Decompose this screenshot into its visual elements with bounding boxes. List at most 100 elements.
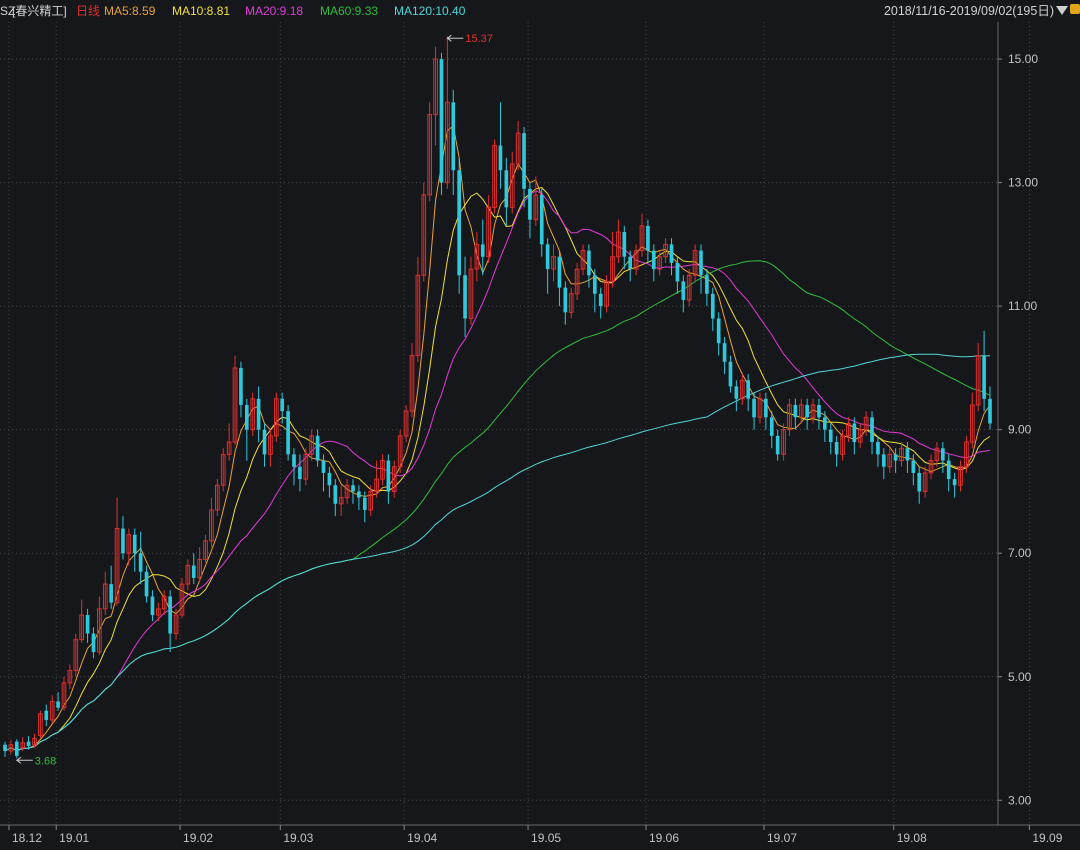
candle-body-down: [138, 553, 143, 572]
candle-body-down: [256, 398, 261, 430]
candle-body-down: [3, 744, 7, 751]
y-tick-label: 13.00: [1008, 176, 1038, 190]
y-tick-label: 11.00: [1008, 299, 1037, 313]
candle-body-down: [823, 417, 827, 430]
candle-body-down: [386, 460, 391, 492]
candle-body-down: [675, 262, 680, 282]
candle-body-down: [805, 404, 809, 418]
candle-body-down: [132, 534, 137, 554]
ma5-label: MA5:8.59: [104, 4, 156, 18]
ma20-label: MA20:9.18: [245, 4, 304, 18]
triangle-down-icon[interactable]: [1056, 6, 1068, 15]
chart-grid: [0, 22, 1030, 825]
y-tick-label: 5.00: [1008, 670, 1032, 684]
low-price-label: 3.68: [35, 755, 56, 767]
ma120-line: [4, 353, 991, 752]
period-label[interactable]: 日线: [76, 0, 100, 22]
candle-body-down: [870, 417, 874, 443]
candle-body-down: [463, 275, 467, 319]
candle-body-down: [121, 528, 125, 554]
x-tick-label: 19.04: [407, 831, 437, 845]
candle-body-down: [144, 571, 149, 597]
candle-body-down: [705, 275, 709, 294]
candle-body-down: [764, 398, 768, 418]
candle-body-down: [681, 281, 686, 300]
candle-body-down: [239, 367, 243, 405]
x-tick-label: 19.01: [59, 831, 89, 845]
candle-body-down: [327, 472, 332, 486]
candle-body-down: [952, 479, 957, 486]
candle-body-down: [905, 448, 910, 461]
candle-body-down: [498, 145, 503, 171]
candle-body-down: [817, 404, 821, 418]
candle-body-down: [333, 485, 338, 504]
candle-body-down: [362, 497, 367, 510]
x-tick-label: 19.08: [897, 831, 927, 845]
candle-body-down: [982, 355, 986, 399]
candle-body-down: [651, 250, 656, 270]
candle-body-down: [882, 454, 886, 467]
candle-body-down: [728, 361, 733, 387]
arrow-left-icon: [15, 756, 33, 764]
candle-body-down: [26, 741, 31, 746]
candle-body-down: [598, 293, 603, 307]
candle-body-down: [746, 380, 751, 399]
y-tick-label: 9.00: [1008, 423, 1032, 437]
candle-body-down: [940, 448, 945, 461]
candlestick-chart[interactable]: 15.00 13.00 11.00 9.00 7.00 5.00 3.00 18.12 19.…: [0, 0, 1080, 850]
lock-icon[interactable]: [1070, 4, 1080, 14]
ma60-label: MA60:9.33: [320, 4, 379, 18]
candle-body-down: [716, 318, 721, 344]
candle-series: [3, 36, 992, 759]
candle-body-down: [988, 398, 992, 424]
x-tick-label: 19.02: [183, 831, 213, 845]
x-tick-label: 19.03: [283, 831, 313, 845]
candle-body-down: [628, 256, 633, 270]
candle-body-down: [539, 194, 544, 245]
candle-body-down: [85, 614, 90, 634]
candle-body-down: [44, 710, 49, 720]
candle-body-down: [917, 472, 922, 492]
candle-body-down: [710, 293, 715, 319]
ma120-label: MA120:10.40: [394, 4, 466, 18]
candle-body-down: [545, 244, 550, 270]
candle-body-down: [669, 244, 674, 263]
x-tick-label: 19.09: [1032, 831, 1062, 845]
candle-body-down: [14, 741, 19, 756]
candle-body-down: [280, 398, 285, 412]
candle-body-down: [451, 102, 456, 171]
candle-body-down: [557, 256, 562, 288]
y-tick-label: 7.00: [1008, 546, 1032, 560]
candle-body-down: [834, 442, 839, 455]
candle-body-down: [852, 423, 857, 443]
candle-body-down: [351, 485, 355, 492]
candle-body-down: [357, 491, 361, 498]
candle-body-down: [528, 188, 532, 220]
candle-body-down: [168, 596, 172, 634]
candle-body-down: [504, 170, 509, 208]
candle-body-down: [592, 275, 597, 294]
candle-body-down: [769, 417, 774, 436]
candle-body-down: [109, 584, 113, 603]
candle-body-down: [876, 442, 880, 455]
candle-body-down: [286, 411, 290, 455]
candle-body-down: [563, 287, 568, 313]
x-tick-label: 19.06: [649, 831, 679, 845]
candle-body-down: [150, 596, 155, 615]
candle-body-down: [734, 386, 739, 399]
stock-name: [春兴精工]: [12, 4, 67, 18]
x-tick-label: 19.05: [531, 831, 561, 845]
ma10-label: MA10:8.81: [172, 4, 231, 18]
candle-body-down: [439, 59, 444, 183]
candle-body-down: [244, 404, 249, 430]
date-range[interactable]: 2018/11/16-2019/09/02(195日): [884, 0, 1054, 22]
x-axis: 18.12 19.01 19.02 19.03 19.04 19.05 19.06 19.07…: [8, 825, 1063, 845]
candle-body-down: [828, 429, 833, 443]
candle-body-down: [752, 398, 756, 418]
candle-body-down: [775, 435, 780, 455]
x-tick-label: 19.07: [767, 831, 797, 845]
x-tick-label: 18.12: [12, 831, 42, 845]
candle-body-down: [56, 701, 60, 708]
candle-body-down: [893, 454, 898, 461]
candle-body-down: [946, 460, 951, 480]
